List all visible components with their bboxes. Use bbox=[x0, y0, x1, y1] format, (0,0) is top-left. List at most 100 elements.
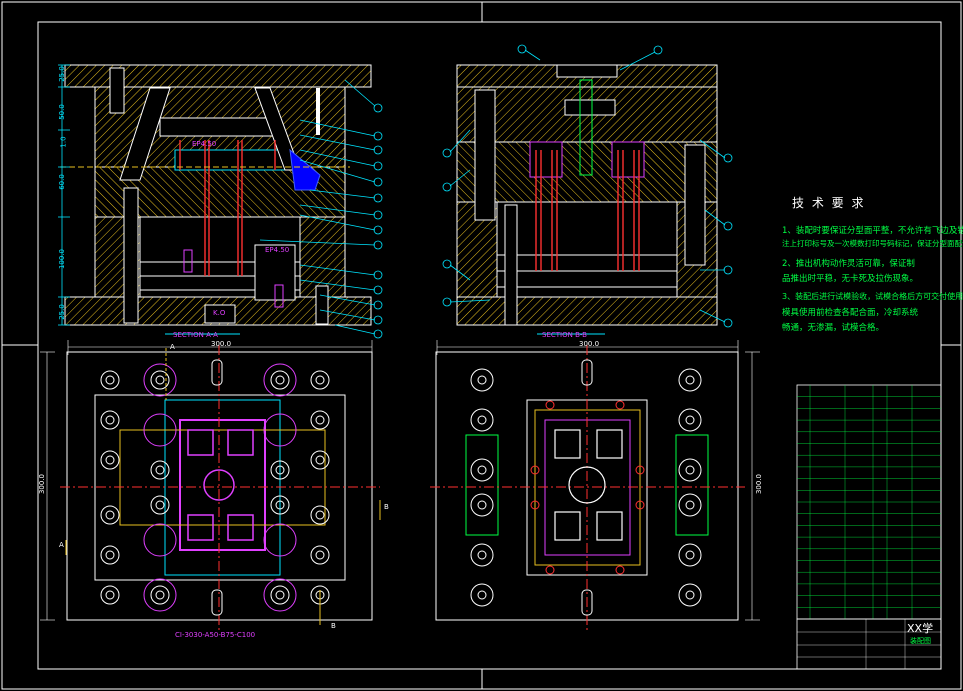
bolt-hole bbox=[545, 565, 555, 575]
dim-width-left: 300.0 bbox=[211, 340, 232, 348]
tech-line-6: 模具使用前检查各配合面，冷却系统 bbox=[782, 308, 919, 318]
bolt-hole bbox=[143, 363, 177, 397]
pin-label-1: EP4.50 bbox=[265, 246, 290, 254]
bolt-hole bbox=[150, 460, 170, 480]
section-a-view bbox=[58, 64, 383, 339]
bolt-hole bbox=[315, 455, 325, 465]
bolt-hole bbox=[615, 565, 625, 575]
dim-height-right: 300.0 bbox=[755, 473, 764, 495]
bolt-hole bbox=[100, 585, 120, 605]
bolt-hole bbox=[105, 375, 115, 385]
bolt-hole bbox=[310, 410, 330, 430]
marker-a-top: A bbox=[170, 343, 175, 351]
section-b-label: SECTION B-B bbox=[542, 331, 587, 339]
bolt-hole bbox=[315, 375, 325, 385]
bolt-hole bbox=[685, 550, 695, 560]
section-a-label: SECTION A-A bbox=[173, 331, 218, 339]
cad-drawing-canvas bbox=[1, 1, 962, 690]
bolt-hole bbox=[155, 590, 165, 600]
bolt-hole bbox=[678, 543, 702, 567]
bolt-hole bbox=[105, 455, 115, 465]
bolt-hole bbox=[150, 495, 170, 515]
bolt-hole bbox=[100, 545, 120, 565]
dim-height-left: 300.0 bbox=[38, 473, 47, 495]
bolt-hole bbox=[100, 370, 120, 390]
bolt-hole bbox=[685, 375, 695, 385]
vdim-1: 25.0 bbox=[57, 66, 66, 82]
tech-line-2: 注上打印标号及一次模数打印号码标记，保证分型面配合精度。 bbox=[782, 239, 963, 248]
bolt-hole bbox=[470, 583, 494, 607]
bolt-hole bbox=[105, 590, 115, 600]
bolt-hole bbox=[315, 415, 325, 425]
tech-line-3: 2、推出机构动作灵活可靠，保证制 bbox=[782, 259, 915, 269]
vdim-4: 60.0 bbox=[57, 174, 66, 190]
bolt-hole bbox=[155, 465, 165, 475]
plan-view-right bbox=[430, 340, 760, 630]
bolt-hole bbox=[310, 370, 330, 390]
bill-of-materials bbox=[796, 384, 942, 620]
bolt-hole bbox=[315, 550, 325, 560]
vdim-2: 50.0 bbox=[57, 104, 66, 120]
bolt-hole bbox=[310, 450, 330, 470]
bolt-hole bbox=[143, 523, 177, 557]
bolt-hole bbox=[685, 415, 695, 425]
dim-width-right: 300.0 bbox=[579, 340, 600, 348]
bolt-hole bbox=[470, 543, 494, 567]
bolt-hole bbox=[470, 408, 494, 432]
bolt-hole bbox=[470, 368, 494, 392]
bolt-hole bbox=[310, 545, 330, 565]
bolt-hole bbox=[105, 550, 115, 560]
bolt-hole bbox=[143, 578, 177, 612]
section-b-view bbox=[442, 44, 733, 335]
title-block-school: XX学 bbox=[907, 622, 934, 635]
tech-line-7: 畅通，无渗漏，试模合格。 bbox=[782, 323, 885, 333]
bolt-hole bbox=[477, 375, 487, 385]
tech-line-5: 3、装配后进行试模验收，试模合格后方可交付使用。 bbox=[782, 292, 963, 301]
tech-requirements-title: 技 术 要 求 bbox=[792, 196, 866, 210]
bolt-hole bbox=[263, 578, 297, 612]
bolt-hole bbox=[685, 590, 695, 600]
bolt-hole bbox=[275, 375, 285, 385]
bolt-hole bbox=[270, 585, 290, 605]
bolt-hole bbox=[678, 583, 702, 607]
marker-b-bottom: B bbox=[331, 622, 336, 630]
marker-a-left: A bbox=[59, 541, 64, 549]
plan-view-left bbox=[40, 340, 381, 630]
bolt-hole bbox=[678, 408, 702, 432]
bolt-hole bbox=[615, 400, 625, 410]
bolt-hole bbox=[315, 510, 325, 520]
bolt-hole bbox=[150, 585, 170, 605]
bolt-hole bbox=[470, 493, 494, 517]
title-block-drawing-name: 装配图 bbox=[910, 637, 931, 645]
bolt-hole bbox=[100, 410, 120, 430]
bolt-hole bbox=[477, 500, 487, 510]
bolt-hole bbox=[678, 368, 702, 392]
bolt-hole bbox=[275, 590, 285, 600]
bolt-hole bbox=[105, 415, 115, 425]
pin-label-2: EP4.50 bbox=[192, 140, 217, 148]
bolt-hole bbox=[263, 363, 297, 397]
bolt-hole bbox=[155, 500, 165, 510]
bolt-hole bbox=[678, 458, 702, 482]
tech-line-1: 1、装配时要保证分型面平整，不允许有飞边及错位。 bbox=[782, 226, 963, 236]
bolt-hole bbox=[477, 550, 487, 560]
bolt-hole bbox=[685, 465, 695, 475]
bolt-hole bbox=[105, 510, 115, 520]
bolt-hole bbox=[477, 465, 487, 475]
bolt-hole bbox=[545, 400, 555, 410]
bolt-hole bbox=[678, 493, 702, 517]
bolt-hole bbox=[685, 500, 695, 510]
tech-line-4: 品推出时平稳，无卡死及拉伤现象。 bbox=[782, 274, 919, 284]
bolt-hole bbox=[310, 505, 330, 525]
marker-b-right: B bbox=[384, 503, 389, 511]
bolt-hole bbox=[155, 375, 165, 385]
bolt-hole bbox=[100, 450, 120, 470]
vdim-5: 100.0 bbox=[58, 248, 67, 270]
bolt-hole bbox=[100, 505, 120, 525]
knock-out-label: K.O bbox=[213, 309, 226, 317]
bolt-hole bbox=[477, 415, 487, 425]
bolt-hole bbox=[477, 590, 487, 600]
vdim-3: 1.0 bbox=[59, 136, 68, 148]
vdim-6: 25.0 bbox=[57, 304, 66, 320]
bolt-hole bbox=[470, 458, 494, 482]
